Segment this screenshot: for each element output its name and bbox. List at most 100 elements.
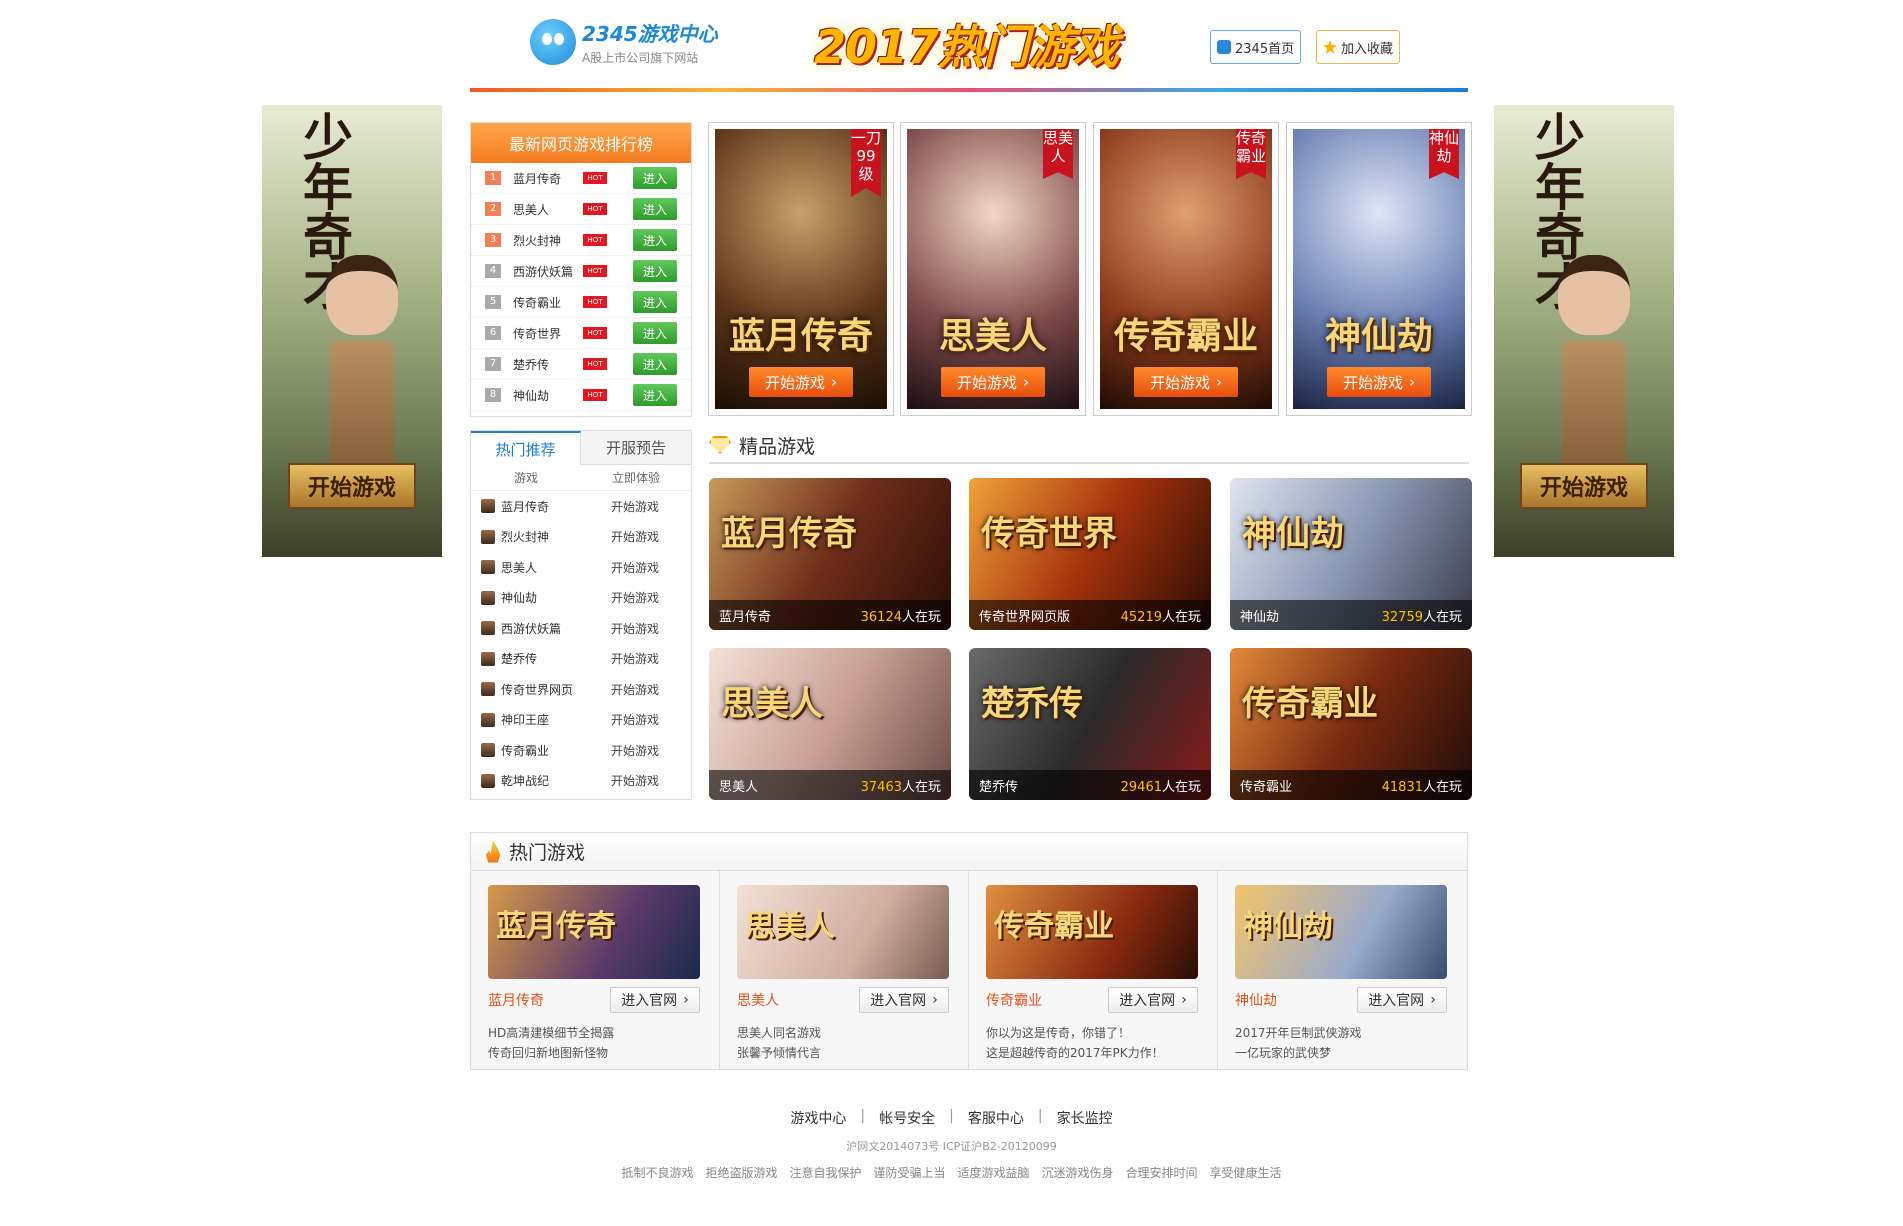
player-count: 32759人在玩 xyxy=(1381,609,1462,625)
list-game-name[interactable]: 传奇世界网页 xyxy=(501,681,611,698)
rank-game-name[interactable]: 传奇霸业 xyxy=(513,294,583,311)
ranking-row: 3 烈火封神 HOT 进入 xyxy=(471,225,691,256)
start-game-link[interactable]: 开始游戏 xyxy=(611,742,659,759)
start-game-button[interactable]: 开始游戏 › xyxy=(749,367,853,397)
official-site-button[interactable]: 进入官网 › xyxy=(610,987,700,1013)
list-game-name[interactable]: 楚乔传 xyxy=(501,650,611,667)
start-game-link[interactable]: 开始游戏 xyxy=(611,589,659,606)
tile-logo: 传奇世界 xyxy=(981,514,1117,554)
rank-game-name[interactable]: 神仙劫 xyxy=(513,387,583,404)
hot-game-name[interactable]: 蓝月传奇 xyxy=(488,990,544,1010)
hot-game-image[interactable]: 蓝月传奇 xyxy=(488,885,700,979)
hot-game-name[interactable]: 神仙劫 xyxy=(1235,990,1277,1010)
rank-number: 6 xyxy=(485,326,501,340)
banner-title: 2017热门游戏 xyxy=(813,20,1119,74)
enter-button[interactable]: 进入 xyxy=(633,384,677,406)
start-game-link[interactable]: 开始游戏 xyxy=(611,711,659,728)
poster-logo: 思美人 xyxy=(938,315,1047,357)
poster-card[interactable]: 一刀99级 蓝月传奇 开始游戏 › xyxy=(708,122,894,416)
list-game-name[interactable]: 烈火封神 xyxy=(501,528,611,545)
list-game-name[interactable]: 乾坤战纪 xyxy=(501,772,611,789)
list-game-name[interactable]: 神印王座 xyxy=(501,711,611,728)
official-site-button[interactable]: 进入官网 › xyxy=(1357,987,1447,1013)
poster-card[interactable]: 神仙劫 神仙劫 开始游戏 › xyxy=(1286,122,1472,416)
site-logo[interactable]: 2345游戏中心 A股上市公司旗下网站 xyxy=(530,18,718,66)
start-game-button[interactable]: 开始游戏 › xyxy=(1327,367,1431,397)
rank-game-name[interactable]: 传奇世界 xyxy=(513,325,583,342)
list-game-name[interactable]: 西游伏妖篇 xyxy=(501,620,611,637)
enter-button[interactable]: 进入 xyxy=(633,198,677,220)
tile-info-bar: 思美人 37463人在玩 xyxy=(709,770,951,800)
chevron-right-icon: › xyxy=(1216,373,1222,391)
player-count: 29461人在玩 xyxy=(1120,779,1201,795)
rank-game-name[interactable]: 西游伏妖篇 xyxy=(513,263,583,280)
premium-game-tile[interactable]: 传奇霸业 传奇霸业 41831人在玩 xyxy=(1230,648,1472,800)
ranking-row: 6 传奇世界 HOT 进入 xyxy=(471,318,691,349)
list-game-name[interactable]: 思美人 xyxy=(501,559,611,576)
premium-game-tile[interactable]: 思美人 思美人 37463人在玩 xyxy=(709,648,951,800)
side-ad-character xyxy=(322,255,402,495)
enter-button[interactable]: 进入 xyxy=(633,229,677,251)
chevron-right-icon: › xyxy=(831,373,837,391)
footer-separator: | xyxy=(860,1108,866,1124)
tile-info-bar: 楚乔传 29461人在玩 xyxy=(969,770,1211,800)
premium-game-tile[interactable]: 蓝月传奇 蓝月传奇 36124人在玩 xyxy=(709,478,951,630)
premium-game-tile[interactable]: 神仙劫 神仙劫 32759人在玩 xyxy=(1230,478,1472,630)
side-ad-start-button[interactable]: 开始游戏 xyxy=(288,463,416,509)
side-ad-start-button[interactable]: 开始游戏 xyxy=(1520,463,1648,509)
side-ad-right[interactable]: 少年奇才 开始游戏 xyxy=(1494,105,1674,557)
side-ad-left[interactable]: 少年奇才 开始游戏 xyxy=(262,105,442,557)
start-game-button[interactable]: 开始游戏 › xyxy=(1134,367,1238,397)
rank-game-name[interactable]: 思美人 xyxy=(513,201,583,218)
list-item: 传奇世界网页 开始游戏 xyxy=(471,674,691,705)
enter-button[interactable]: 进入 xyxy=(633,167,677,189)
start-game-link[interactable]: 开始游戏 xyxy=(611,498,659,515)
poster-card[interactable]: 思美人 思美人 开始游戏 › xyxy=(900,122,1086,416)
premium-game-tile[interactable]: 传奇世界 传奇世界网页版 45219人在玩 xyxy=(969,478,1211,630)
premium-game-tile[interactable]: 楚乔传 楚乔传 29461人在玩 xyxy=(969,648,1211,800)
enter-button[interactable]: 进入 xyxy=(633,322,677,344)
home-button[interactable]: 2345首页 xyxy=(1210,30,1302,64)
start-game-link[interactable]: 开始游戏 xyxy=(611,772,659,789)
hot-game-image[interactable]: 传奇霸业 xyxy=(986,885,1198,979)
poster-card[interactable]: 传奇霸业 传奇霸业 开始游戏 › xyxy=(1093,122,1279,416)
start-game-link[interactable]: 开始游戏 xyxy=(611,650,659,667)
hot-game-image[interactable]: 神仙劫 xyxy=(1235,885,1447,979)
tile-game-name: 传奇霸业 xyxy=(1240,779,1293,795)
rank-game-name[interactable]: 蓝月传奇 xyxy=(513,170,583,187)
footer-link[interactable]: 帐号安全 xyxy=(879,1108,935,1128)
start-game-link[interactable]: 开始游戏 xyxy=(611,620,659,637)
list-item: 神印王座 开始游戏 xyxy=(471,705,691,736)
start-game-button[interactable]: 开始游戏 › xyxy=(941,367,1045,397)
list-item: 乾坤战纪 开始游戏 xyxy=(471,766,691,797)
footer-link[interactable]: 游戏中心 xyxy=(790,1108,846,1128)
start-game-link[interactable]: 开始游戏 xyxy=(611,559,659,576)
rank-game-name[interactable]: 楚乔传 xyxy=(513,356,583,373)
tab-hot-recommend[interactable]: 热门推荐 xyxy=(471,431,581,465)
enter-button[interactable]: 进入 xyxy=(633,353,677,375)
list-game-name[interactable]: 传奇霸业 xyxy=(501,742,611,759)
ranking-row: 7 楚乔传 HOT 进入 xyxy=(471,349,691,380)
tile-info-bar: 蓝月传奇 36124人在玩 xyxy=(709,600,951,630)
official-site-button[interactable]: 进入官网 › xyxy=(1108,987,1198,1013)
footer-link[interactable]: 客服中心 xyxy=(968,1108,1024,1128)
tile-game-name: 传奇世界网页版 xyxy=(979,609,1071,625)
footer-link[interactable]: 家长监控 xyxy=(1057,1108,1113,1128)
game-avatar xyxy=(481,712,495,727)
hot-game-image[interactable]: 思美人 xyxy=(737,885,949,979)
rank-game-name[interactable]: 烈火封神 xyxy=(513,232,583,249)
enter-button[interactable]: 进入 xyxy=(633,291,677,313)
rank-number: 8 xyxy=(485,388,501,402)
official-site-button[interactable]: 进入官网 › xyxy=(859,987,949,1013)
start-game-link[interactable]: 开始游戏 xyxy=(611,528,659,545)
hot-game-name[interactable]: 思美人 xyxy=(737,990,779,1010)
start-game-link[interactable]: 开始游戏 xyxy=(611,681,659,698)
tab-server-preview[interactable]: 开服预告 xyxy=(581,431,691,465)
footer-icp: 沪网文2014073号 ICP证沪B2-20120099 xyxy=(846,1140,1057,1153)
rank-number: 1 xyxy=(485,171,501,185)
list-game-name[interactable]: 神仙劫 xyxy=(501,589,611,606)
add-favorite-button[interactable]: 加入收藏 xyxy=(1316,30,1401,64)
hot-game-name[interactable]: 传奇霸业 xyxy=(986,990,1042,1010)
list-game-name[interactable]: 蓝月传奇 xyxy=(501,498,611,515)
enter-button[interactable]: 进入 xyxy=(633,260,677,282)
